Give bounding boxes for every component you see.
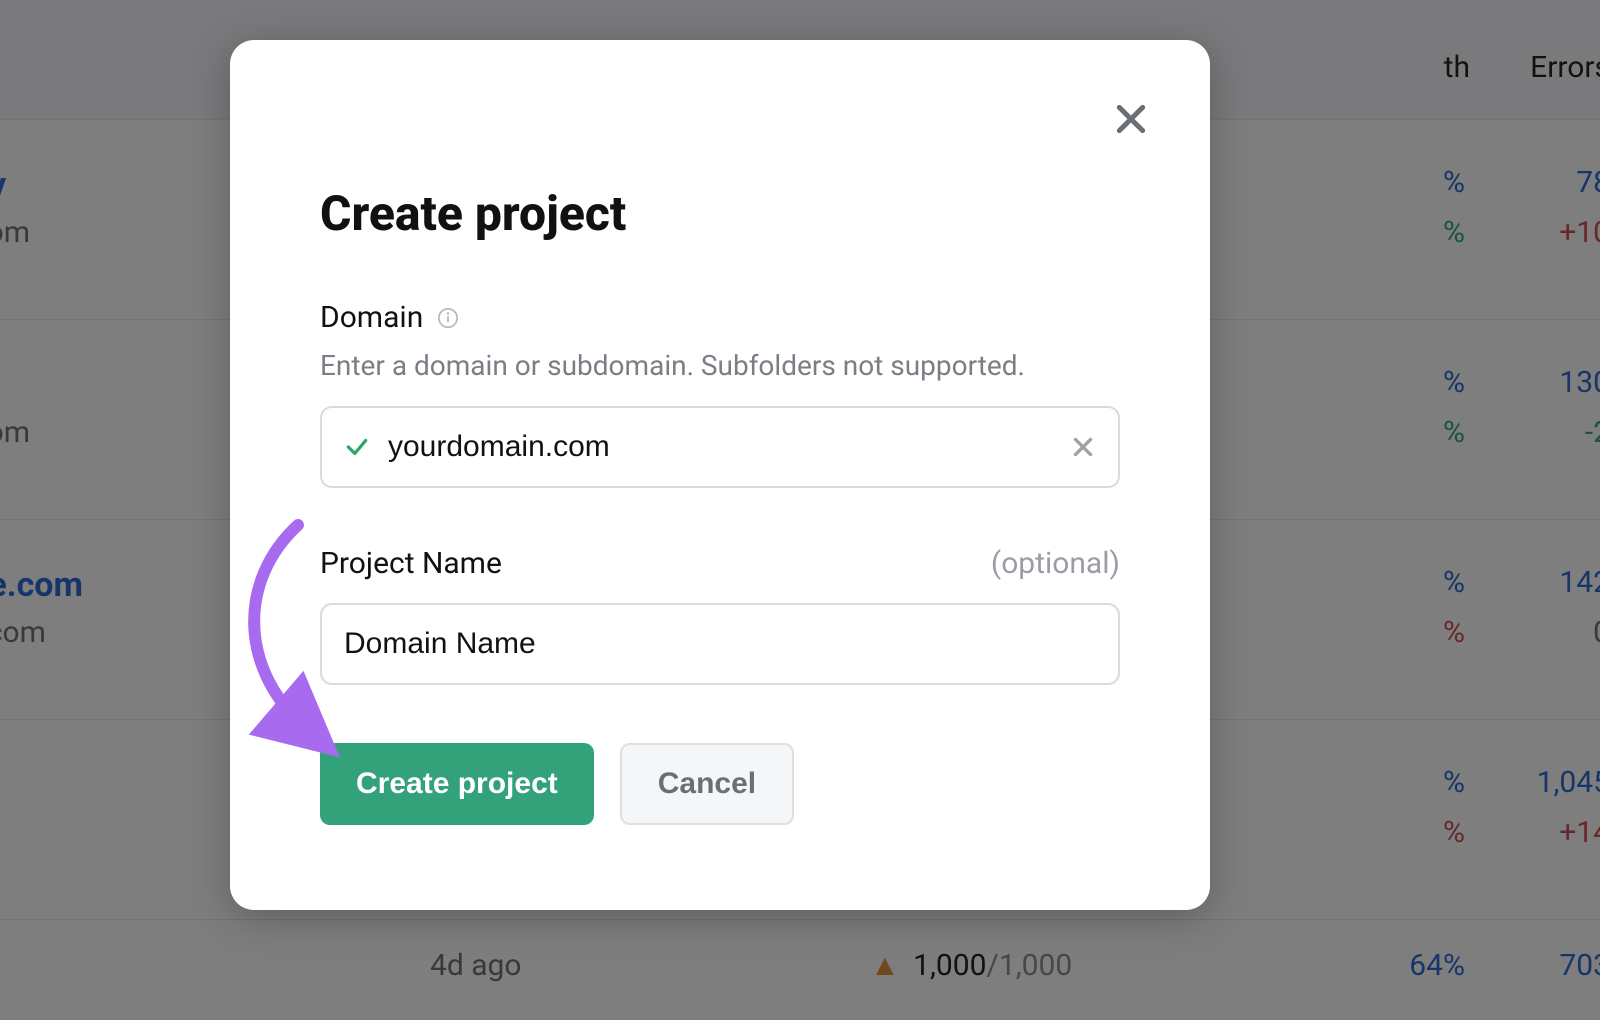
project-name-optional-hint: (optional)	[991, 546, 1120, 581]
project-name-input-wrap	[320, 603, 1120, 685]
create-project-button[interactable]: Create project	[320, 743, 594, 825]
cancel-button[interactable]: Cancel	[620, 743, 794, 825]
project-name-input[interactable]	[344, 627, 1096, 661]
domain-field-label: Domain	[320, 300, 423, 335]
modal-close-button[interactable]	[1107, 95, 1155, 143]
info-icon[interactable]	[437, 307, 459, 329]
project-name-label: Project Name	[320, 546, 502, 581]
create-project-modal: Create project Domain Enter a domain or …	[230, 40, 1210, 910]
domain-field-help: Enter a domain or subdomain. Subfolders …	[320, 349, 1120, 382]
domain-input[interactable]	[388, 430, 1070, 464]
domain-input-wrap	[320, 406, 1120, 488]
check-icon	[344, 434, 370, 460]
modal-title: Create project	[320, 185, 1120, 242]
clear-domain-button[interactable]	[1070, 434, 1096, 460]
close-icon	[1111, 99, 1151, 139]
